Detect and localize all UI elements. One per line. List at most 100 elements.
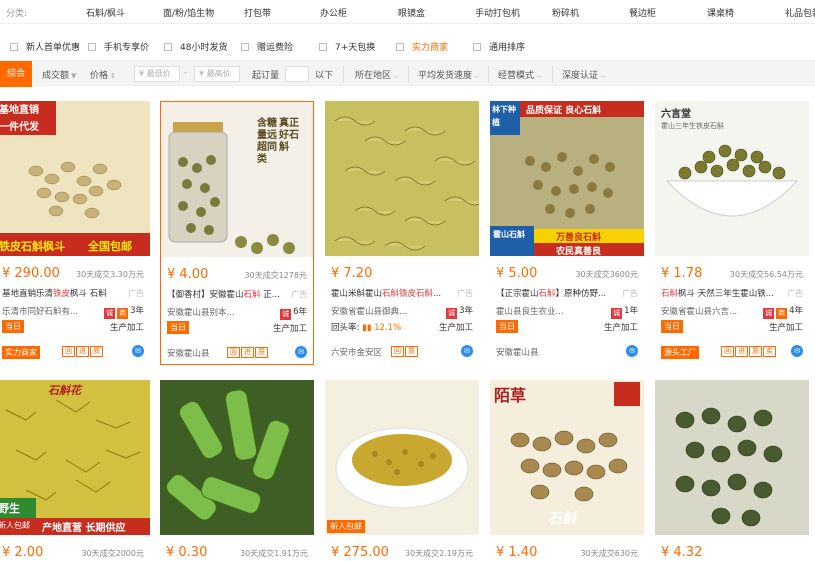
option-checkbox[interactable]: 48小时发货 bbox=[164, 40, 227, 53]
ship-speed-dropdown[interactable]: 平均发货速度 ⌵ bbox=[418, 68, 479, 81]
business-type: 生产加工 bbox=[272, 324, 307, 334]
checkbox[interactable] bbox=[473, 43, 481, 51]
product-image[interactable]: 基地直销 一件代发 铁皮石斛枫斗 全国包邮 bbox=[0, 101, 150, 256]
max-price-input[interactable]: ¥ 最高价 bbox=[194, 66, 240, 82]
business-type: 生产加工 bbox=[438, 323, 473, 333]
option-checkbox[interactable]: 7+天包换 bbox=[319, 40, 375, 53]
business-mode-dropdown[interactable]: 经营模式 ⌵ bbox=[498, 68, 541, 81]
product-card[interactable]: 林下种植 品质保证 良心石斛 霍山石斛 万善良石斛 农民真善良 ¥ 5.00 3… bbox=[490, 101, 644, 365]
service-icon: 回 bbox=[227, 347, 240, 358]
category-item[interactable]: 课桌椅 bbox=[707, 6, 734, 19]
product-image[interactable]: 新人包邮 bbox=[325, 380, 479, 535]
chevron-down-icon: ⌵ bbox=[474, 72, 480, 80]
option-checkbox[interactable]: 新人首单优惠 bbox=[10, 40, 80, 53]
min-price-input[interactable]: ¥ 最低价 bbox=[134, 66, 180, 82]
image-caption: 石斛花 bbox=[48, 384, 81, 397]
membership-years: 诚 6年 bbox=[280, 307, 307, 320]
factory-tag: 源头工厂 bbox=[661, 346, 699, 359]
image-caption: 含糖量远超同类 bbox=[257, 118, 277, 165]
product-photo bbox=[325, 101, 479, 256]
product-card[interactable]: ¥ 7.20 霍山米斛霍山石斛铁皮石斛... 广告 安徽省霍山县御典... 诚3… bbox=[325, 101, 479, 365]
category-item[interactable]: 石斛/枫斗 bbox=[86, 6, 125, 19]
category-item[interactable]: 眼镜盒 bbox=[398, 6, 425, 19]
membership-years: 诚 3年 bbox=[446, 306, 473, 319]
checkbox[interactable] bbox=[88, 43, 96, 51]
product-card[interactable]: 真正好石斛 含糖量远超同类 ¥ 4.00 30天成交1278元 【御香村】安徽霍… bbox=[160, 101, 314, 365]
sales-volume: 30天成交630元 bbox=[580, 549, 638, 558]
location: 安徽霍山县 bbox=[167, 349, 210, 359]
sort-price-button[interactable]: 价格 ⇕ bbox=[90, 68, 116, 81]
product-price: ¥ 4.00 bbox=[167, 267, 209, 282]
divider bbox=[488, 66, 489, 82]
shop-name[interactable]: 霍山县良生农业... bbox=[496, 305, 594, 317]
shop-name[interactable]: 安徽省霍山县御典... bbox=[331, 305, 429, 317]
checkbox[interactable] bbox=[241, 43, 249, 51]
option-checkbox[interactable]: 赠运费险 bbox=[241, 40, 293, 53]
chat-icon[interactable]: ✉ bbox=[132, 345, 144, 357]
product-image[interactable]: 六言堂 霍山三年生铁皮石斛 bbox=[655, 101, 809, 256]
sales-volume: 30天成交1278元 bbox=[244, 271, 307, 280]
option-checkbox[interactable]: 通用排序 bbox=[473, 40, 525, 53]
product-card[interactable]: ¥ 4.32 bbox=[655, 380, 809, 561]
sort-default-button[interactable]: 综合 bbox=[0, 61, 32, 87]
option-checkbox[interactable]: 实力商家 bbox=[396, 40, 448, 53]
certification-dropdown[interactable]: 深度认证 ⌵ bbox=[562, 68, 605, 81]
product-card[interactable]: 石斛花 野生 新人包邮 产地直营 长期供应 ¥ 2.00 30天成交2000元 bbox=[0, 380, 150, 561]
category-item[interactable]: 打包带 bbox=[244, 6, 271, 19]
product-price: ¥ 290.00 bbox=[2, 266, 60, 281]
chevron-down-icon: ⌵ bbox=[600, 72, 606, 80]
product-image[interactable] bbox=[655, 380, 809, 535]
chat-icon[interactable]: ✉ bbox=[626, 345, 638, 357]
category-item[interactable]: 餐边柜 bbox=[629, 6, 656, 19]
sort-sales-button[interactable]: 成交额 ▼ bbox=[42, 68, 76, 81]
product-photo bbox=[325, 380, 479, 535]
category-item[interactable]: 手动打包机 bbox=[475, 6, 520, 19]
product-image[interactable]: 陌草 石斛 bbox=[490, 380, 644, 535]
category-item[interactable]: 办公柜 bbox=[320, 6, 347, 19]
product-image[interactable]: 真正好石斛 含糖量远超同类 bbox=[161, 102, 313, 257]
product-card[interactable]: 陌草 石斛 ¥ 1.40 30天成交630元 bbox=[490, 380, 644, 561]
category-item[interactable]: 面/粉/馅生物 bbox=[163, 6, 214, 19]
trust-icon: 诚 bbox=[104, 308, 116, 319]
shop-name[interactable]: 安徽霍山县别本... bbox=[167, 306, 265, 318]
category-bar: 分类: 石斛/枫斗 面/粉/馅生物 打包带 办公柜 眼镜盒 手动打包机 粉碎机 … bbox=[0, 0, 815, 24]
product-title[interactable]: 霍山米斛霍山石斛铁皮石斛... bbox=[331, 287, 455, 299]
product-image[interactable]: 林下种植 品质保证 良心石斛 霍山石斛 万善良石斛 农民真善良 bbox=[490, 101, 644, 256]
image-caption: 一件代发 bbox=[0, 122, 39, 133]
image-caption: 铁皮石斛枫斗 bbox=[0, 240, 65, 253]
chat-icon[interactable]: ✉ bbox=[791, 345, 803, 357]
filter-options: 新人首单优惠 手机专享价 48小时发货 赠运费险 7+天包换 实力商家 通用排序 bbox=[0, 34, 815, 58]
product-card[interactable]: ¥ 0.30 30天成交1.91万元 bbox=[160, 380, 314, 561]
shop-name[interactable]: 乐清市同好石斛有... bbox=[2, 305, 100, 317]
category-item[interactable]: 粉碎机 bbox=[552, 6, 579, 19]
checkbox[interactable] bbox=[396, 43, 404, 51]
product-card[interactable]: 基地直销 一件代发 铁皮石斛枫斗 全国包邮 ¥ 290.00 30天成交3.30… bbox=[0, 101, 150, 365]
region-dropdown[interactable]: 所在地区 ⌵ bbox=[355, 68, 398, 81]
product-title[interactable]: 【御香村】安徽霍山石斛 正... bbox=[167, 288, 291, 300]
same-day-badge: 当日 bbox=[496, 320, 518, 333]
business-type: 生产加工 bbox=[109, 323, 144, 333]
sales-volume: 30天成交2.19万元 bbox=[405, 549, 473, 558]
shop-name[interactable]: 安徽省霍山县六言... bbox=[661, 305, 759, 317]
product-title[interactable]: 【正宗霍山石斛】原种仿野... bbox=[496, 287, 620, 299]
checkbox[interactable] bbox=[319, 43, 327, 51]
chat-icon[interactable]: ✉ bbox=[295, 346, 307, 358]
product-card[interactable]: 六言堂 霍山三年生铁皮石斛 ¥ 1.78 30天成交56.54万元 石斛枫斗 天… bbox=[655, 101, 809, 365]
divider bbox=[408, 66, 409, 82]
product-price: ¥ 7.20 bbox=[331, 266, 373, 281]
sales-volume: 30天成交56.54万元 bbox=[729, 270, 803, 279]
checkbox[interactable] bbox=[10, 43, 18, 51]
seller-icon: 商 bbox=[776, 308, 788, 319]
checkbox[interactable] bbox=[164, 43, 172, 51]
product-image[interactable] bbox=[160, 380, 314, 535]
product-image[interactable]: 石斛花 野生 新人包邮 产地直营 长期供应 bbox=[0, 380, 150, 535]
chat-icon[interactable]: ✉ bbox=[461, 345, 473, 357]
product-card[interactable]: 新人包邮 ¥ 275.00 30天成交2.19万元 bbox=[325, 380, 479, 561]
product-image[interactable] bbox=[325, 101, 479, 256]
product-title[interactable]: 基地直销乐清铁皮枫斗 石斛 bbox=[2, 287, 126, 299]
category-item[interactable]: 礼品包装 bbox=[785, 6, 815, 19]
price-dash: - bbox=[184, 68, 188, 78]
moq-input[interactable] bbox=[285, 66, 309, 82]
option-checkbox[interactable]: 手机专享价 bbox=[88, 40, 149, 53]
product-title[interactable]: 石斛枫斗 天然三年生霍山铁... bbox=[661, 287, 785, 299]
